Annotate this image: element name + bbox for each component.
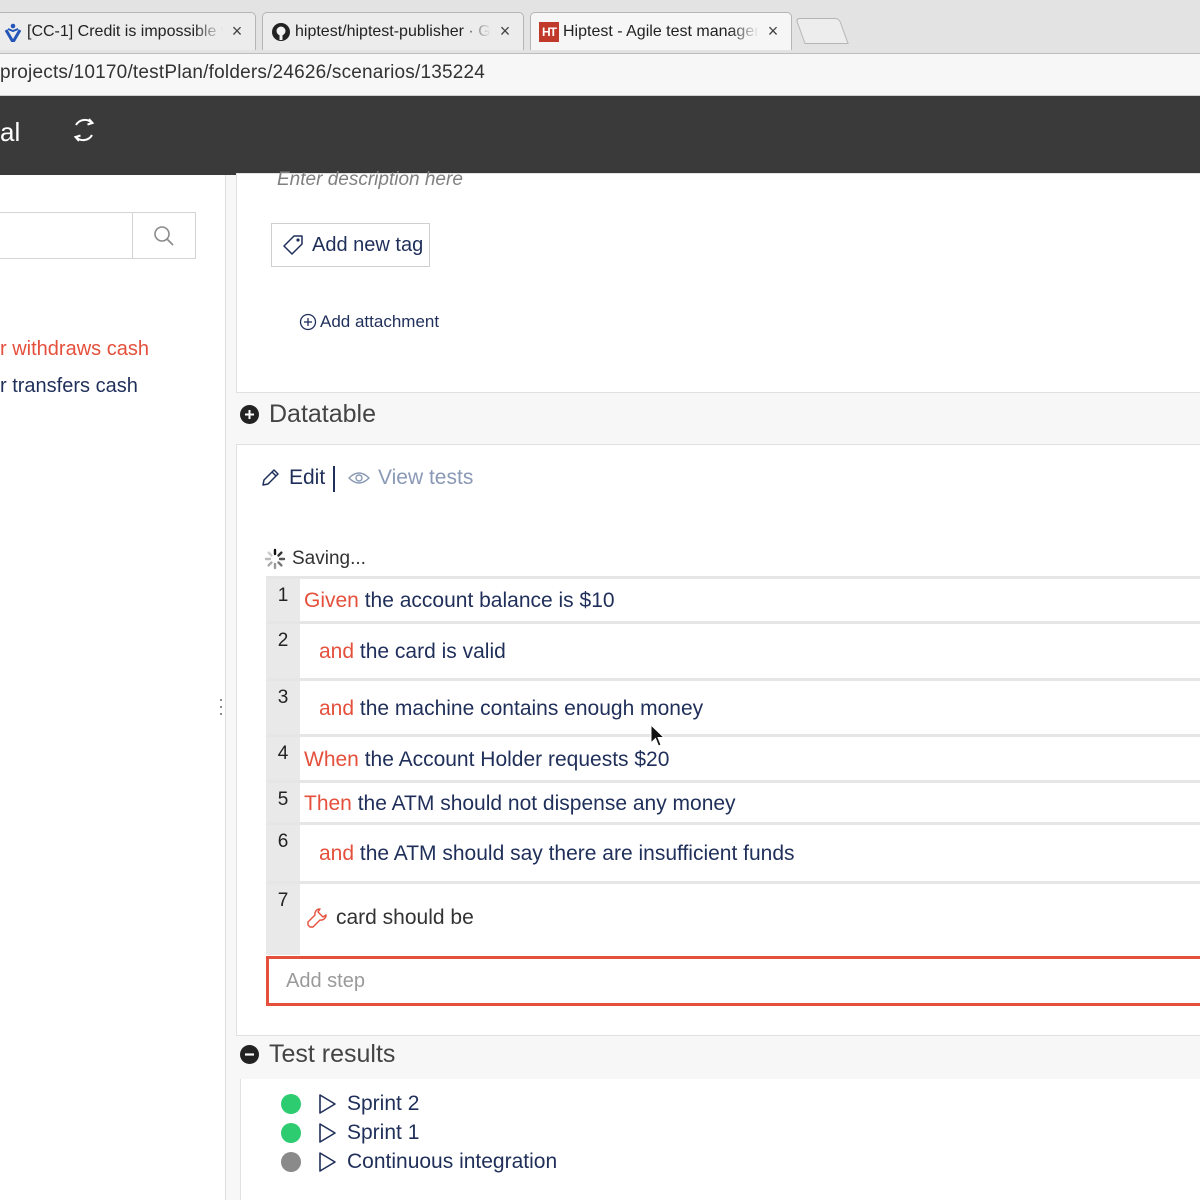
search-icon: [154, 225, 174, 246]
search-button[interactable]: [132, 212, 196, 259]
spinner-icon: [264, 548, 286, 570]
step-keyword: Given: [304, 589, 359, 612]
step-row[interactable]: 4 When the Account Holder requests $20: [266, 734, 1200, 783]
test-run-label: Sprint 1: [347, 1121, 420, 1144]
tab-title: hiptest/hiptest-publisher · Gi: [295, 22, 491, 40]
add-tag-button[interactable]: Add new tag: [271, 223, 430, 267]
step-row[interactable]: 2 and the card is valid: [266, 621, 1200, 679]
tag-icon: [283, 235, 303, 255]
datatable-title: Datatable: [269, 400, 377, 428]
new-tab-button[interactable]: [795, 18, 849, 44]
saving-indicator: Saving...: [264, 548, 366, 570]
wrench-icon: [307, 908, 327, 928]
step-row[interactable]: 1 Given the account balance is $10: [266, 576, 1200, 623]
test-results-title: Test results: [269, 1040, 396, 1068]
github-icon: [271, 22, 291, 42]
tab-hiptest[interactable]: HT Hiptest - Agile test managem ×: [530, 12, 792, 50]
add-step-input[interactable]: [266, 956, 1200, 1006]
tab-jira[interactable]: [CC-1] Credit is impossible w ×: [0, 12, 256, 50]
step-text: the ATM should say there are insufficien…: [359, 841, 795, 865]
plus-circle-icon: [299, 313, 317, 331]
play-icon: [319, 1094, 336, 1114]
eye-icon: [348, 472, 370, 484]
test-run-item[interactable]: Sprint 1: [281, 1121, 419, 1145]
step-keyword: and: [319, 697, 355, 720]
step-number: 4: [266, 737, 300, 783]
play-icon: [319, 1123, 336, 1143]
step-text: the Account Holder requests $20: [364, 748, 670, 771]
description-field[interactable]: Enter description here: [277, 169, 463, 191]
sync-icon[interactable]: [70, 116, 98, 144]
tab-close-icon[interactable]: ×: [765, 21, 781, 42]
url-text[interactable]: projects/10170/testPlan/folders/24626/sc…: [0, 62, 485, 84]
project-title[interactable]: al: [0, 117, 20, 148]
tab-title: [CC-1] Credit is impossible w: [27, 22, 223, 40]
step-text: the card is valid: [359, 639, 506, 663]
test-run-item[interactable]: Sprint 2: [281, 1092, 419, 1116]
status-dot: [281, 1094, 301, 1114]
step-text: card should be: [336, 906, 474, 929]
scenario-details-card: Enter description here Add new tag Add a…: [236, 169, 1200, 393]
step-row[interactable]: 6 and the ATM should say there are insuf…: [266, 822, 1200, 882]
add-attachment-label: Add attachment: [320, 312, 440, 331]
test-run-label: Sprint 2: [347, 1092, 420, 1115]
step-number: 5: [266, 783, 300, 825]
step-keyword: and: [319, 841, 355, 865]
test-run-item[interactable]: Continuous integration: [281, 1150, 557, 1174]
view-tests-button[interactable]: View tests: [348, 466, 473, 490]
step-text: the machine contains enough money: [359, 697, 704, 720]
sidebar-item-withdraws-cash[interactable]: r withdraws cash: [0, 338, 149, 361]
edit-label: Edit: [289, 466, 326, 489]
step-text: the ATM should not dispense any money: [357, 792, 736, 815]
view-tests-label: View tests: [378, 466, 474, 489]
address-bar[interactable]: projects/10170/testPlan/folders/24626/sc…: [0, 54, 1200, 96]
browser-tab-bar: [CC-1] Credit is impossible w × hiptest/…: [0, 0, 1200, 54]
hiptest-icon: HT: [539, 21, 559, 42]
step-text: the account balance is $10: [364, 589, 615, 612]
saving-label: Saving...: [292, 548, 366, 569]
step-number: 6: [266, 825, 300, 882]
panel-resize-handle[interactable]: [218, 699, 224, 715]
minus-circle-icon: [240, 1045, 259, 1064]
sidebar-item-transfers-cash[interactable]: r transfers cash: [0, 375, 138, 398]
sidebar: r withdraws cash r transfers cash: [0, 175, 226, 1200]
tab-close-icon[interactable]: ×: [497, 21, 513, 42]
tab-close-icon[interactable]: ×: [229, 21, 245, 42]
status-dot: [281, 1123, 301, 1143]
step-keyword: When: [304, 748, 359, 771]
scenario-panel: Enter description here Add new tag Add a…: [226, 169, 1200, 1200]
step-number: 2: [266, 624, 300, 679]
tab-github[interactable]: hiptest/hiptest-publisher · Gi ×: [262, 12, 524, 50]
play-icon: [319, 1152, 336, 1172]
add-tag-label: Add new tag: [312, 233, 424, 256]
step-keyword: and: [319, 639, 355, 663]
toolbar-divider: [333, 466, 335, 492]
test-results-section-toggle[interactable]: Test results: [240, 1040, 395, 1069]
search-input[interactable]: [0, 212, 134, 259]
step-keyword: Then: [304, 792, 352, 815]
pencil-icon: [262, 469, 279, 486]
step-row[interactable]: 5 Then the ATM should not dispense any m…: [266, 780, 1200, 825]
status-dot: [281, 1152, 301, 1172]
jira-icon: [3, 22, 23, 42]
step-number: 7: [266, 884, 300, 955]
step-number: 1: [266, 579, 300, 623]
mouse-cursor-icon: [650, 724, 666, 747]
app-header: al: [0, 96, 1200, 175]
edit-button[interactable]: Edit: [260, 466, 325, 490]
add-attachment-link[interactable]: Add attachment: [299, 312, 439, 332]
plus-circle-icon: [240, 405, 259, 424]
tab-title: Hiptest - Agile test managem: [563, 22, 759, 40]
step-row-action[interactable]: 7 card should be: [266, 881, 1200, 955]
step-row[interactable]: 3 and the machine contains enough money: [266, 678, 1200, 737]
test-run-label: Continuous integration: [347, 1150, 558, 1173]
datatable-section-toggle[interactable]: Datatable: [240, 400, 376, 429]
step-number: 3: [266, 681, 300, 737]
